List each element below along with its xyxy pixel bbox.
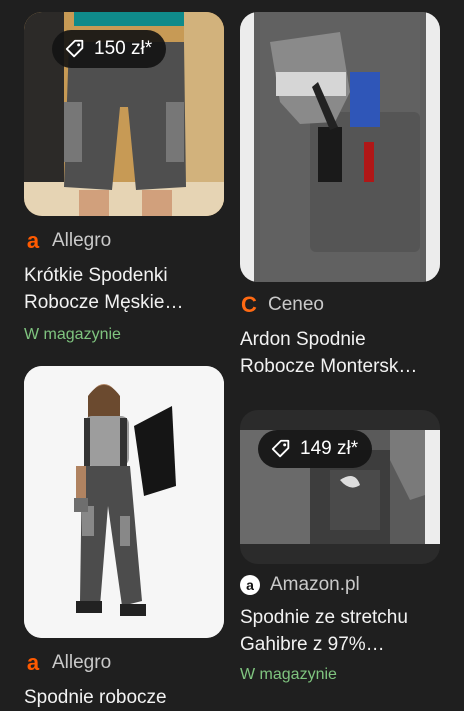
allegro-logo-icon: a (26, 228, 40, 253)
product-title-line-1: Spodnie robocze (24, 687, 167, 708)
stock-status: W magazynie (24, 326, 121, 343)
product-title-line-2: Gahibre z 97%… (240, 634, 385, 655)
merchant-name: Ceneo (268, 294, 324, 315)
product-title[interactable]: Ardon Spodnie Robocze Montersk… (240, 326, 440, 380)
product-title[interactable]: Krótkie Spodenki Robocze Męskie… (24, 262, 224, 316)
product-card-3[interactable]: a Allegro Spodnie robocze (24, 366, 224, 711)
product-title-line-1: Ardon Spodnie (240, 329, 366, 350)
product-image-shorts[interactable]: 150 zł* (24, 12, 224, 216)
product-image-frame[interactable]: 149 zł* (240, 410, 440, 564)
merchant-row: a Amazon.pl (240, 574, 440, 596)
product-title-line-1: Spodnie ze stretchu (240, 607, 408, 628)
stock-status: W magazynie (240, 666, 337, 683)
tag-icon (65, 39, 84, 58)
product-card-4[interactable]: 149 zł* a Amazon.pl Spodnie ze stretchu … (240, 410, 440, 684)
product-image-pocket[interactable] (240, 12, 440, 282)
ceneo-logo-icon: C (241, 292, 257, 317)
allegro-logo-icon: a (26, 650, 40, 675)
product-title[interactable]: Spodnie ze stretchu Gahibre z 97%… (240, 604, 440, 658)
price-text: 149 zł* (300, 438, 359, 459)
merchant-row: C Ceneo (240, 292, 440, 318)
pocket-photo (240, 12, 440, 282)
merchant-name: Allegro (52, 652, 112, 673)
product-title-line-2: Robocze Męskie… (24, 292, 184, 313)
man-photo (24, 366, 224, 638)
tag-icon (271, 439, 290, 458)
product-card-1[interactable]: 150 zł* a Allegro Krótkie Spodenki Roboc… (24, 12, 224, 344)
merchant-row: a Allegro (24, 228, 224, 254)
price-badge: 149 zł* (258, 430, 373, 468)
price-badge: 150 zł* (52, 30, 167, 68)
product-card-2[interactable]: C Ceneo Ardon Spodnie Robocze Montersk… (240, 12, 440, 380)
merchant-name: Amazon.pl (270, 574, 360, 595)
price-text: 150 zł* (94, 38, 153, 59)
merchant-row: a Allegro (24, 650, 224, 676)
merchant-name: Allegro (52, 230, 112, 251)
product-title-line-2: Robocze Montersk… (240, 356, 418, 377)
product-title-line-1: Krótkie Spodenki (24, 265, 168, 286)
amazon-logo-icon: a (240, 575, 260, 595)
product-image-man[interactable] (24, 366, 224, 638)
product-title[interactable]: Spodnie robocze (24, 684, 224, 711)
